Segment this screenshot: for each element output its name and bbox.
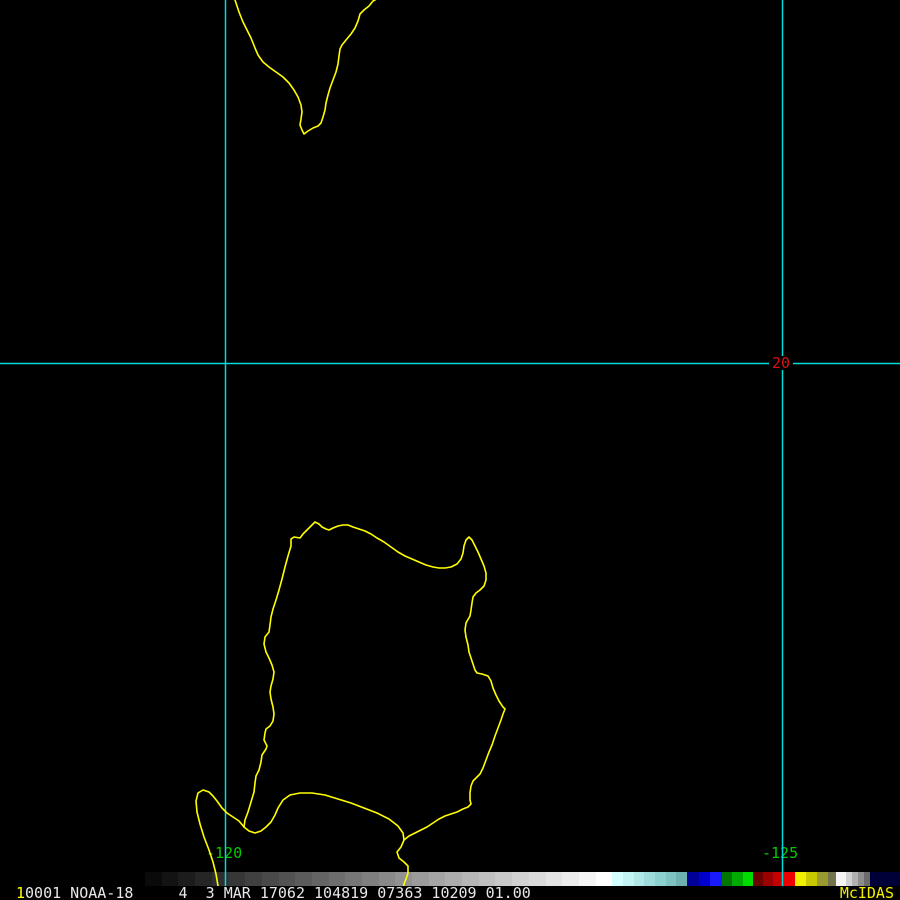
frame-info-text: 0001 NOAA-18 4 3 MAR 17062 104819 07363 …	[25, 884, 531, 900]
map-overlay	[0, 0, 900, 891]
mcidas-brand-label: McIDAS	[839, 884, 894, 900]
status-bar: 10001 NOAA-18 4 3 MAR 17062 104819 07363…	[0, 886, 900, 900]
luzon-coastline	[243, 521, 506, 841]
frame-label: 10001 NOAA-18 4 3 MAR 17062 104819 07363…	[16, 886, 531, 900]
latitude-label-20: 20	[769, 356, 794, 371]
frame-number: 1	[16, 884, 26, 900]
luzon-gulf-coastline	[195, 789, 409, 891]
taiwan-coastline	[234, 0, 376, 135]
mcidas-image-display[interactable]: -120 -125 20 10001 NOAA-18 4 3 MAR 17062…	[0, 0, 900, 900]
